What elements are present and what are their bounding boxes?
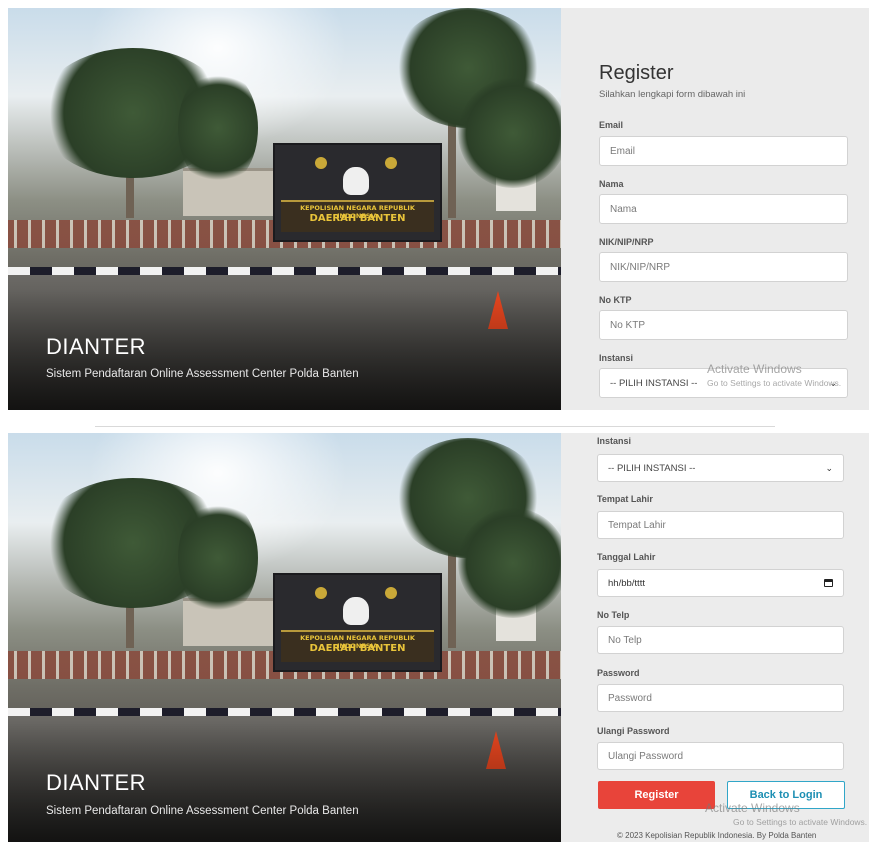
hero-image: KEPOLISIAN NEGARA REPUBLIK INDONESIA DAE… [8, 8, 561, 410]
watermark-line2: Go to Settings to activate Windows. [733, 817, 868, 827]
instansi-label: Instansi [599, 353, 634, 363]
calendar-icon[interactable] [824, 579, 833, 587]
telp-label: No Telp [597, 610, 630, 620]
top-panel: KEPOLISIAN NEGARA REPUBLIK INDONESIA DAE… [0, 0, 869, 412]
footer-copyright: © 2023 Kepolisian Republik Indonesia. By… [617, 831, 817, 840]
nama-input[interactable] [599, 194, 848, 224]
tanggal-lahir-placeholder: hh/bb/tttt [608, 577, 645, 589]
emblem-icon [385, 157, 397, 169]
bottom-panel: KEPOLISIAN NEGARA REPUBLIK INDONESIA DAE… [0, 430, 869, 842]
nik-input[interactable] [599, 252, 848, 282]
hero-subtitle: Sistem Pendaftaran Online Assessment Cen… [46, 805, 359, 817]
register-button[interactable]: Register [598, 781, 715, 809]
instansi-selected: -- PILIH INSTANSI -- [608, 462, 696, 474]
tempat-lahir-label: Tempat Lahir [597, 494, 653, 504]
email-label: Email [599, 120, 624, 130]
hero-title: DIANTER [46, 770, 147, 795]
nik-label: NIK/NIP/NRP [599, 237, 654, 247]
sign-line2: DAERAH BANTEN [309, 643, 406, 654]
instansi-label: Instansi [597, 436, 632, 446]
instansi-selected: -- PILIH INSTANSI -- [610, 377, 698, 389]
sign-band: KEPOLISIAN NEGARA REPUBLIK INDONESIA DAE… [281, 200, 434, 232]
ktp-input[interactable] [599, 310, 848, 340]
tempat-lahir-input[interactable] [597, 511, 844, 539]
tanggal-lahir-input[interactable]: hh/bb/tttt [597, 569, 844, 597]
emblem-icon [385, 587, 397, 599]
back-to-login-button[interactable]: Back to Login [727, 781, 845, 809]
tiger-statue [343, 597, 369, 625]
tiger-statue [343, 167, 369, 195]
ktp-label: No KTP [599, 295, 632, 305]
ulangi-password-input[interactable] [597, 742, 844, 770]
form-title: Register [599, 62, 674, 84]
hero-subtitle: Sistem Pendaftaran Online Assessment Cen… [46, 368, 359, 380]
hero-image: KEPOLISIAN NEGARA REPUBLIK INDONESIA DAE… [8, 433, 561, 842]
ulangi-password-label: Ulangi Password [597, 726, 670, 736]
screenshot-divider [95, 426, 775, 427]
police-sign: KEPOLISIAN NEGARA REPUBLIK INDONESIA DAE… [273, 573, 442, 672]
tree [178, 498, 258, 618]
sign-line2: DAERAH BANTEN [309, 213, 406, 224]
palm-tree [458, 78, 561, 188]
register-form-continued: Instansi -- PILIH INSTANSI -- ⌄ Tempat L… [561, 433, 869, 842]
hero-title: DIANTER [46, 334, 147, 359]
chevron-down-icon: ⌄ [825, 462, 833, 473]
telp-input[interactable] [597, 626, 844, 654]
instansi-select[interactable]: -- PILIH INSTANSI -- ⌄ [597, 454, 844, 482]
palm-tree [458, 508, 561, 618]
road-curb [8, 708, 561, 716]
tanggal-lahir-label: Tanggal Lahir [597, 552, 656, 562]
emblem-icon [315, 587, 327, 599]
nama-label: Nama [599, 179, 624, 189]
emblem-icon [315, 157, 327, 169]
password-input[interactable] [597, 684, 844, 712]
police-sign: KEPOLISIAN NEGARA REPUBLIK INDONESIA DAE… [273, 143, 442, 242]
instansi-select[interactable]: -- PILIH INSTANSI -- ⌄ [599, 368, 848, 398]
register-form: Register Silahkan lengkapi form dibawah … [561, 8, 869, 410]
form-subtitle: Silahkan lengkapi form dibawah ini [599, 89, 746, 100]
chevron-down-icon: ⌄ [829, 377, 837, 388]
tree [178, 68, 258, 188]
password-label: Password [597, 668, 640, 678]
sign-band: KEPOLISIAN NEGARA REPUBLIK INDONESIA DAE… [281, 630, 434, 662]
email-input[interactable] [599, 136, 848, 166]
road-curb [8, 267, 561, 275]
